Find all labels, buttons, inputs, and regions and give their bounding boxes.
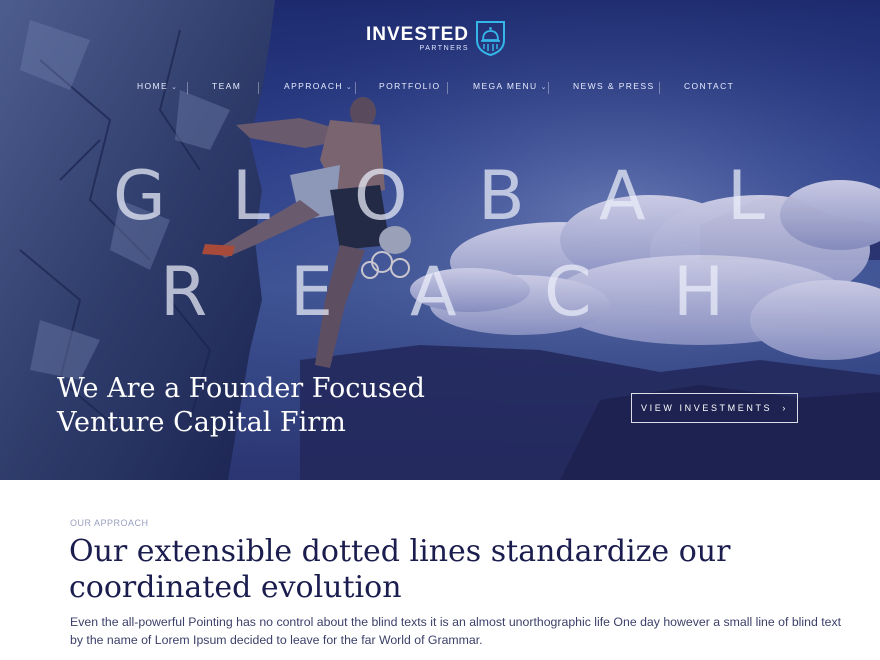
nav-item-news-press-label: NEWS & PRESS: [573, 81, 655, 91]
nav-item-approach[interactable]: APPROACH ⌄: [284, 81, 353, 91]
nav-item-mega-menu[interactable]: MEGA MENU ⌄: [473, 81, 548, 91]
hero-big-letter: L: [232, 157, 270, 236]
hero-big-letter: B: [478, 157, 525, 236]
bell-shield-logo-icon: [476, 21, 506, 57]
chevron-down-icon: ⌄: [345, 84, 354, 91]
section-heading-line: coordinated evolution: [69, 570, 402, 605]
section-heading: Our extensible dotted lines standardize …: [69, 534, 789, 606]
nav-divider: [258, 82, 259, 94]
nav-divider: [187, 82, 188, 94]
nav-item-home[interactable]: HOME ⌄: [137, 81, 178, 91]
approach-section: OUR APPROACH Our extensible dotted lines…: [0, 480, 880, 660]
section-body: Even the all-powerful Pointing has no co…: [70, 613, 842, 649]
view-investments-button[interactable]: VIEW INVESTMENTS ›: [631, 393, 798, 423]
site-logo[interactable]: INVESTED PARTNERS: [366, 20, 506, 57]
hero-big-letter: G: [113, 157, 166, 236]
view-investments-label: VIEW INVESTMENTS ›: [641, 403, 788, 413]
chevron-down-icon: ⌄: [540, 84, 548, 91]
nav-item-team[interactable]: TEAM: [212, 81, 241, 91]
hero-big-letter: E: [290, 253, 333, 332]
nav-divider: [659, 82, 660, 94]
hero-big-letter: O: [354, 157, 408, 236]
hero-section: INVESTED PARTNERS HOME ⌄ TEAM APPROACH ⌄ P…: [0, 0, 880, 480]
nav-item-home-label: HOME: [137, 81, 169, 91]
nav-item-contact-label: CONTACT: [684, 81, 735, 91]
chevron-down-icon: ⌄: [171, 84, 179, 91]
hero-headline-line: Venture Capital Firm: [57, 407, 346, 438]
hero-big-letter: A: [599, 157, 646, 236]
hero-big-letter: L: [727, 157, 765, 236]
nav-item-portfolio[interactable]: PORTFOLIO: [379, 81, 441, 91]
hero-headline-line: We Are a Founder Focused: [57, 373, 425, 404]
nav-item-team-label: TEAM: [212, 81, 242, 91]
hero-big-letter: A: [410, 253, 457, 332]
nav-divider: [447, 82, 448, 94]
nav-divider: [355, 82, 356, 94]
nav-item-news-press[interactable]: NEWS & PRESS: [573, 81, 655, 91]
section-eyebrow: OUR APPROACH: [70, 518, 149, 528]
nav-item-mega-menu-label: MEGA MENU: [473, 81, 538, 91]
hero-big-letter: C: [544, 253, 592, 332]
hero-big-letter: R: [160, 253, 208, 332]
nav-item-portfolio-label: PORTFOLIO: [379, 81, 441, 91]
main-navigation: HOME ⌄ TEAM APPROACH ⌄ PORTFOLIO MEGA MENU…: [0, 81, 880, 95]
nav-divider: [548, 82, 549, 94]
logo-wordmark: INVESTED: [366, 24, 470, 45]
nav-item-contact[interactable]: CONTACT: [684, 81, 734, 91]
hero-headline: We Are a Founder Focused Venture Capital…: [57, 372, 425, 440]
section-body-line: by the name of Lorem Ipsum decided to le…: [70, 633, 483, 647]
nav-item-approach-label: APPROACH: [284, 81, 343, 91]
hero-big-letter: H: [673, 253, 725, 332]
section-body-line: Even the all-powerful Pointing has no co…: [70, 615, 842, 629]
logo-subtitle: PARTNERS: [419, 45, 470, 52]
section-heading-line: Our extensible dotted lines standardize …: [69, 534, 731, 569]
